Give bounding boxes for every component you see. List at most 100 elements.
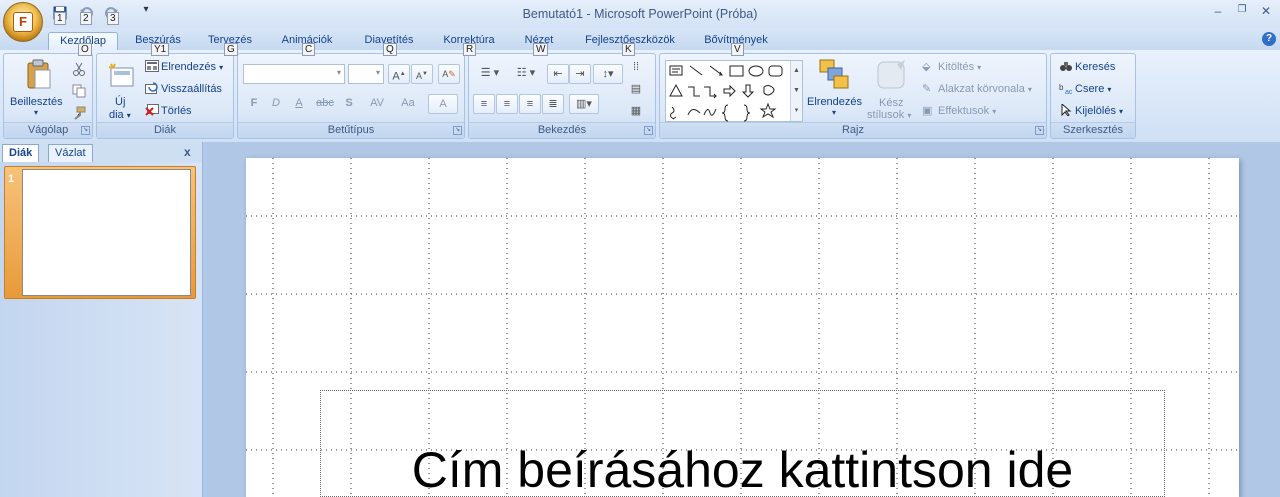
copy-icon[interactable] (72, 84, 86, 101)
shrink-font-icon[interactable]: A▼ (411, 64, 433, 84)
strikethrough-button[interactable]: abc (314, 94, 336, 114)
layout-button[interactable]: Elrendezés ▾ (145, 60, 223, 74)
new-slide-label-2-text: dia (109, 109, 124, 121)
shape-outline-label: Alakzat körvonala (938, 82, 1025, 95)
editing-group-label: Szerkesztés (1051, 122, 1135, 138)
svg-text:ac: ac (1065, 89, 1073, 94)
keytip-redo: 3 (107, 12, 119, 25)
font-launcher-icon[interactable]: ↘ (453, 126, 462, 135)
format-painter-icon[interactable] (72, 106, 86, 123)
drawing-launcher-icon[interactable]: ↘ (1035, 126, 1044, 135)
shape-effects-button[interactable]: ▣ Effektusok ▾ (922, 104, 996, 118)
line-spacing-icon[interactable]: ↕▾ (593, 64, 623, 84)
keytip-tab-slideshow: Q (383, 43, 397, 56)
office-logo-icon: F (13, 12, 33, 32)
paste-button[interactable]: Beillesztés (10, 96, 63, 108)
cut-icon[interactable] (72, 62, 86, 79)
title-bar: Bemutató1 - Microsoft PowerPoint (Próba)… (0, 0, 1280, 28)
keytip-tab-developer: K (622, 43, 635, 56)
char-spacing-button[interactable]: AV (362, 94, 392, 114)
keytip-tab-insert: Y1 (151, 43, 170, 56)
new-slide-icon (107, 62, 135, 93)
new-slide-label-2[interactable]: dia ▾ (109, 109, 131, 121)
quick-styles-label-2[interactable]: stílusok ▾ (867, 109, 911, 121)
font-group-label: Betűtípus (238, 122, 464, 138)
delete-slide-label: Törlés (161, 104, 192, 117)
keytip-tab-review: R (463, 43, 477, 56)
italic-button[interactable]: D (265, 94, 287, 114)
font-color-button[interactable]: A (428, 94, 458, 114)
align-right-icon[interactable]: ≡ (519, 94, 541, 114)
arrange-button[interactable]: Elrendezés (807, 96, 862, 108)
clipboard-group-label: Vágólap (4, 122, 92, 138)
underline-button[interactable]: A (288, 94, 310, 114)
shape-fill-button[interactable]: ⬙ Kitöltés ▾ (922, 60, 981, 74)
align-center-icon[interactable]: ≡ (496, 94, 518, 114)
paste-dropdown-icon[interactable]: ▾ (34, 108, 38, 117)
justify-icon[interactable]: ≣ (542, 94, 564, 114)
smartart-icon[interactable]: ▦ (625, 102, 647, 122)
customize-qat-icon[interactable]: ▾ (138, 4, 154, 20)
grow-font-icon[interactable]: A▲ (388, 64, 410, 84)
shadow-button[interactable]: S (338, 94, 360, 114)
panel-tabs: Diák Vázlat x (0, 142, 202, 162)
reset-button[interactable]: Visszaállítás (145, 82, 222, 96)
ribbon-tabs: Kezdőlap Beszúrás Tervezés Animációk Dia… (0, 28, 1280, 50)
shapes-gallery[interactable]: ▲ ▼ ▾ (665, 60, 803, 122)
clear-formatting-icon[interactable]: A✎ (438, 64, 460, 84)
drawing-group-label: Rajz (660, 122, 1046, 138)
group-drawing: ▲ ▼ ▾ Elrendezés ▾ Kész stílusok ▾ ⬙ Kitölt… (659, 53, 1047, 139)
quick-styles-label-2-text: stílusok (867, 109, 905, 121)
shape-fill-icon: ⬙ (922, 61, 931, 73)
window-title: Bemutató1 - Microsoft PowerPoint (Próba) (522, 7, 758, 21)
office-button[interactable]: F (3, 2, 43, 42)
replace-icon: b ac (1059, 82, 1075, 96)
shape-effects-label: Effektusok (938, 104, 990, 117)
increase-indent-icon[interactable]: ⇥ (569, 64, 591, 84)
ribbon: Beillesztés ▾ Vágólap ↘ Új dia ▾ Elrende… (0, 50, 1280, 142)
tab-outline-panel[interactable]: Vázlat (48, 144, 93, 162)
slide-thumbnail[interactable] (22, 169, 191, 296)
align-left-icon[interactable]: ≡ (473, 94, 495, 114)
quick-styles-label-1[interactable]: Kész (879, 97, 903, 109)
cursor-icon (1059, 102, 1075, 118)
decrease-indent-icon[interactable]: ⇤ (547, 64, 569, 84)
keytip-tab-home: O (78, 43, 92, 56)
shape-effects-icon: ▣ (922, 105, 933, 117)
tab-slides-panel[interactable]: Diák (2, 144, 40, 162)
align-text-icon[interactable]: ▤ (625, 80, 647, 100)
title-placeholder-text: Cím beírásához kattintson ide (411, 442, 1074, 497)
layout-label: Elrendezés (161, 60, 217, 73)
bold-button[interactable]: F (243, 94, 265, 114)
select-button[interactable]: Kijelölés ▾ (1059, 102, 1123, 118)
bullets-icon[interactable]: ☰ ▾ (473, 64, 507, 84)
find-button[interactable]: Keresés (1059, 60, 1115, 74)
numbering-icon[interactable]: ☷ ▾ (509, 64, 543, 84)
group-clipboard: Beillesztés ▾ Vágólap ↘ (3, 53, 93, 139)
clipboard-launcher-icon[interactable]: ↘ (81, 126, 90, 135)
change-case-button[interactable]: Aa (394, 94, 422, 114)
select-label: Kijelölés (1075, 104, 1116, 117)
replace-label: Csere (1075, 82, 1105, 95)
close-button[interactable]: ✕ (1256, 4, 1276, 20)
text-direction-icon[interactable]: ⁞⁞ (625, 58, 647, 78)
reset-label: Visszaállítás (161, 82, 222, 95)
delete-slide-button[interactable]: Törlés (145, 104, 192, 118)
font-size-field[interactable]: ▾ (348, 64, 384, 84)
columns-icon[interactable]: ▥▾ (569, 94, 599, 114)
new-slide-label-1[interactable]: Új (115, 96, 125, 108)
keytip-tab-design: G (224, 43, 238, 56)
restore-button[interactable]: ❐ (1232, 4, 1252, 20)
replace-button[interactable]: b ac Csere ▾ (1059, 82, 1111, 96)
font-name-field[interactable]: ▾ (243, 64, 345, 84)
svg-text:b: b (1059, 83, 1064, 92)
minimize-button[interactable]: – (1208, 4, 1228, 20)
close-panel-icon[interactable]: x (184, 145, 191, 159)
arrange-dropdown-icon[interactable]: ▾ (832, 108, 836, 117)
paragraph-launcher-icon[interactable]: ↘ (644, 126, 653, 135)
help-icon[interactable]: ? (1262, 32, 1276, 46)
group-paragraph: ☰ ▾ ☷ ▾ ⇤ ⇥ ↕▾ ⁞⁞ ▤ ▦ ≡ ≡ ≡ ≣ ▥▾ Bekezdé… (468, 53, 656, 139)
shape-outline-button[interactable]: ✎ Alakzat körvonala ▾ (922, 82, 1032, 96)
delete-slide-icon (145, 104, 161, 118)
binoculars-icon (1059, 60, 1075, 74)
